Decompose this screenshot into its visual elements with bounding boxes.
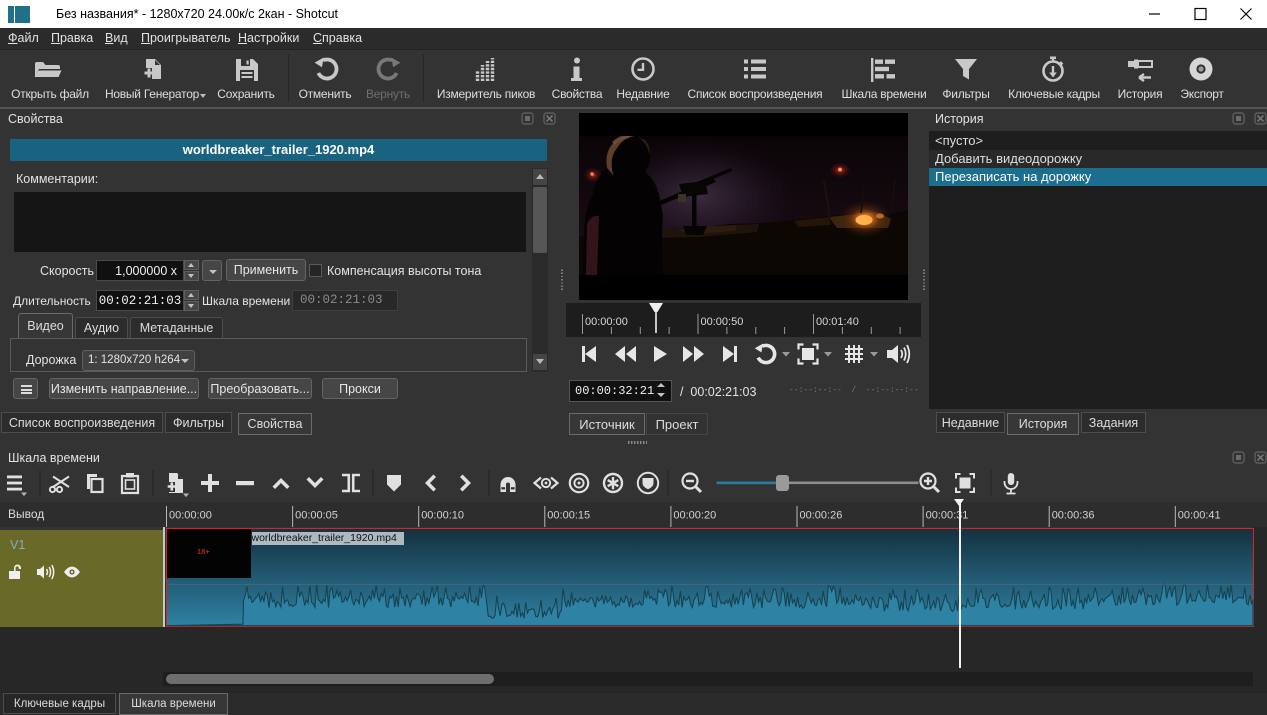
svg-text:00:00:50: 00:00:50 bbox=[701, 316, 744, 328]
svg-text:00:00:26: 00:00:26 bbox=[800, 510, 843, 522]
svg-text:00:00:36: 00:00:36 bbox=[1052, 510, 1095, 522]
svg-text:00:01:40: 00:01:40 bbox=[816, 316, 859, 328]
svg-text:00:00:20: 00:00:20 bbox=[673, 510, 716, 522]
svg-text:00:00:10: 00:00:10 bbox=[421, 510, 464, 522]
svg-text:00:00:05: 00:00:05 bbox=[295, 510, 338, 522]
svg-text:00:00:00: 00:00:00 bbox=[169, 510, 212, 522]
svg-text:00:00:15: 00:00:15 bbox=[547, 510, 590, 522]
svg-text:00:00:31: 00:00:31 bbox=[926, 510, 969, 522]
svg-text:00:00:00: 00:00:00 bbox=[585, 316, 628, 328]
svg-text:00:00:41: 00:00:41 bbox=[1178, 510, 1221, 522]
